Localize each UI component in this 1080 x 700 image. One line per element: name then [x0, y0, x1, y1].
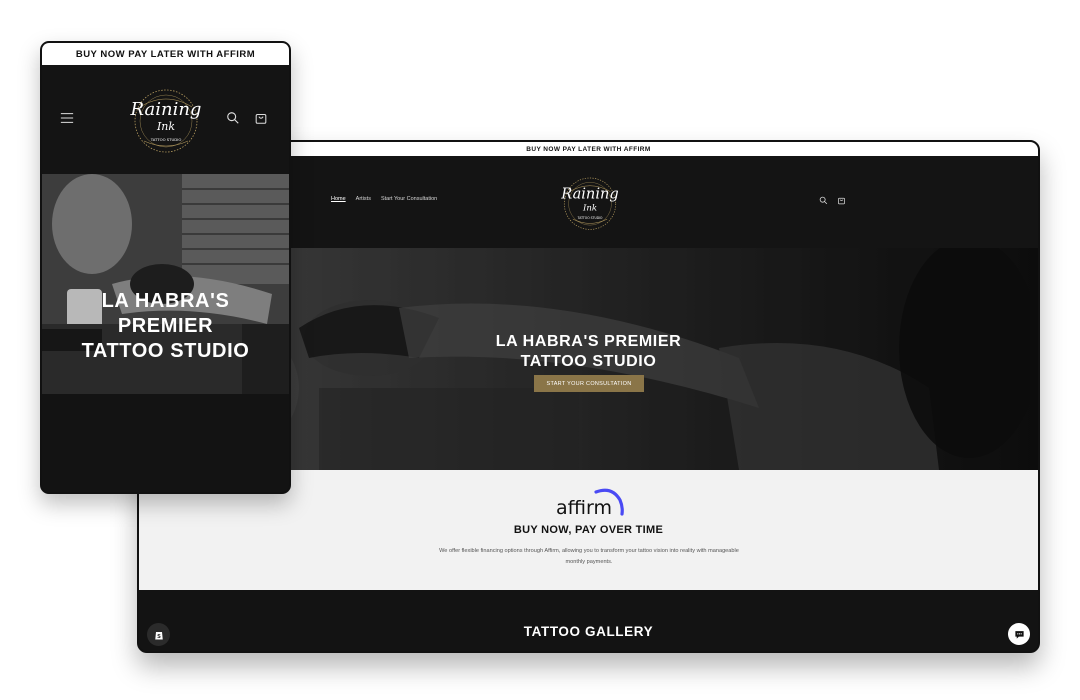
chat-icon[interactable]: [1008, 623, 1030, 645]
search-icon[interactable]: [819, 196, 828, 205]
hamburger-menu-icon[interactable]: [60, 111, 74, 125]
mobile-header: Raining Ink TATTOO STUDIO: [42, 65, 289, 174]
main-nav: Home Artists Start Your Consultation: [331, 196, 437, 202]
affirm-title: BUY NOW, PAY OVER TIME: [513, 524, 664, 536]
svg-text:Ink: Ink: [582, 204, 597, 214]
svg-text:Raining: Raining: [130, 99, 202, 120]
cart-icon[interactable]: [837, 196, 846, 205]
search-icon[interactable]: [226, 111, 240, 125]
affirm-description: We offer flexible financing options thro…: [439, 548, 739, 565]
mobile-hero-title-line-1: LA HABRA'S: [101, 290, 230, 312]
mobile-hero-title: LA HABRA'S PREMIER TATTOO STUDIO: [42, 289, 289, 364]
svg-text:Raining: Raining: [560, 186, 618, 203]
nav-artists[interactable]: Artists: [356, 196, 371, 202]
mobile-hero-title-line-2: PREMIER: [117, 315, 214, 337]
cart-icon[interactable]: [254, 111, 268, 125]
nav-home[interactable]: Home: [331, 196, 346, 202]
brand-logo[interactable]: Raining Ink TATTOO STUDIO: [547, 166, 633, 238]
affirm-logo: affirm: [556, 488, 624, 518]
start-consultation-button[interactable]: START YOUR CONSULTATION: [534, 375, 644, 392]
svg-text:affirm: affirm: [556, 497, 612, 518]
mobile-hero-title-line-3: TATTOO STUDIO: [81, 340, 250, 362]
svg-text:TATTOO STUDIO: TATTOO STUDIO: [150, 137, 182, 142]
mobile-announcement-bar[interactable]: BUY NOW PAY LATER WITH AFFIRM: [42, 43, 289, 65]
mobile-brand-logo[interactable]: Raining Ink TATTOO STUDIO: [116, 77, 216, 163]
svg-text:TATTOO STUDIO: TATTOO STUDIO: [577, 216, 603, 220]
nav-consultation[interactable]: Start Your Consultation: [381, 196, 437, 202]
header-icons: [819, 196, 846, 205]
svg-text:Ink: Ink: [156, 120, 175, 133]
gallery-title: TATTOO GALLERY: [523, 624, 654, 639]
gallery-section: S TATTOO GALLERY: [139, 590, 1038, 651]
mobile-screenshot: BUY NOW PAY LATER WITH AFFIRM Raining In…: [40, 41, 291, 494]
